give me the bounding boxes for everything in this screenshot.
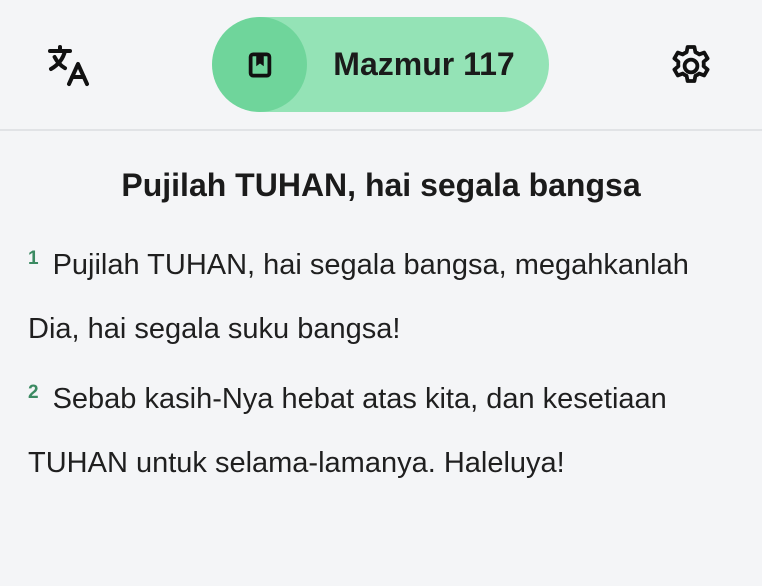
verse-number: 1: [28, 248, 39, 269]
bookmark-button[interactable]: [212, 17, 307, 112]
verse-list: 1 Pujilah TUHAN, hai segala bangsa, megah…: [28, 227, 734, 495]
verse-number: 2: [28, 382, 39, 403]
bible-reader-screen: Mazmur 117 Pujilah TUHAN, hai segala ban…: [0, 0, 762, 586]
book-chapter-selector[interactable]: Mazmur 117: [212, 17, 549, 112]
top-bar: Mazmur 117: [0, 0, 762, 131]
book-chapter-label: Mazmur 117: [333, 46, 515, 82]
passage-content: Pujilah TUHAN, hai segala bangsa 1 Pujila…: [0, 131, 762, 586]
verse-1[interactable]: 1 Pujilah TUHAN, hai segala bangsa, megah…: [28, 248, 689, 345]
verse-text: Sebab kasih-Nya hebat atas kita, dan kes…: [28, 383, 667, 479]
bookmark-icon: [248, 52, 271, 77]
section-heading: Pujilah TUHAN, hai segala bangsa: [121, 167, 641, 203]
settings-button[interactable]: [665, 40, 717, 92]
translate-button[interactable]: [43, 40, 95, 92]
verse-text: Pujilah TUHAN, hai segala bangsa, megahk…: [28, 249, 689, 345]
verse-2[interactable]: 2 Sebab kasih-Nya hebat atas kita, dan ke…: [28, 382, 667, 479]
translate-icon: [48, 45, 89, 86]
gear-icon: [672, 45, 710, 83]
